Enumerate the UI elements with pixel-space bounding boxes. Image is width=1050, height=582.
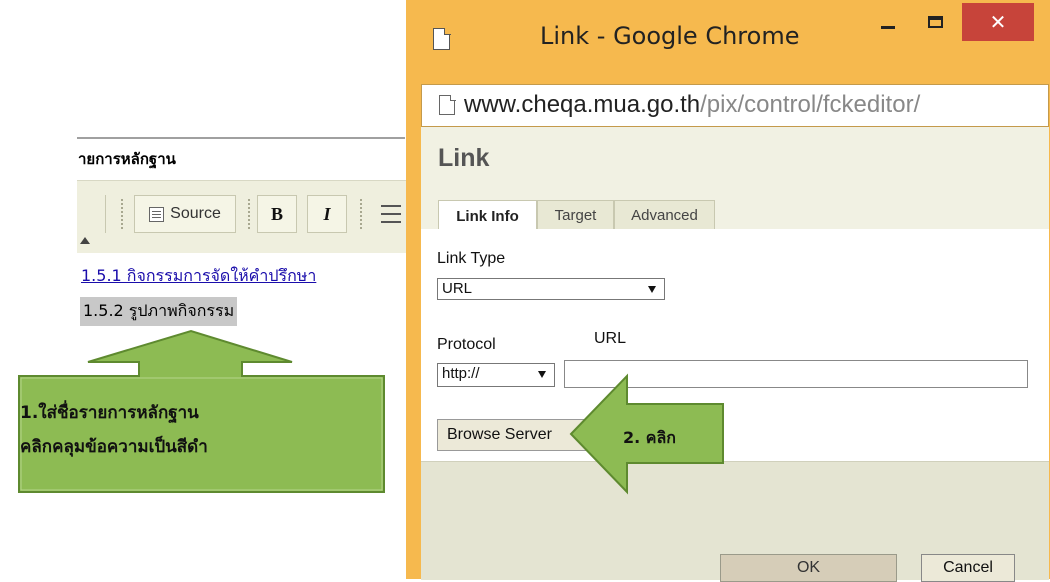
- cancel-button[interactable]: Cancel: [921, 554, 1015, 582]
- editor-field-title: ายการหลักฐาน: [78, 150, 176, 168]
- url-input[interactable]: [564, 360, 1028, 388]
- link-type-select[interactable]: URL: [437, 278, 665, 300]
- editor-top-divider: [77, 137, 405, 139]
- numbered-list-button[interactable]: [373, 195, 407, 233]
- chrome-window: Link - Google Chrome ✕ www.cheqa.mua.go.…: [406, 0, 1050, 582]
- chevron-down-icon: [648, 286, 656, 293]
- dialog-body: Link Type URL Protocol URL http:// Brows…: [421, 229, 1049, 461]
- toolbar-grip-icon: [121, 199, 123, 229]
- minimize-button[interactable]: [871, 9, 905, 35]
- toolbar-grip-icon: [360, 199, 362, 229]
- maximize-icon: [927, 16, 943, 28]
- toolbar-collapse-icon[interactable]: [80, 237, 90, 244]
- italic-button[interactable]: I: [307, 195, 347, 233]
- chevron-down-icon: [538, 371, 546, 378]
- ok-button[interactable]: OK: [720, 554, 897, 582]
- window-titlebar[interactable]: Link - Google Chrome ✕: [406, 0, 1050, 84]
- window-title: Link - Google Chrome: [540, 22, 800, 50]
- close-button[interactable]: ✕: [962, 3, 1034, 41]
- editor-toolbar: Source B I: [77, 180, 407, 253]
- dialog-title: Link: [438, 144, 490, 172]
- browse-server-button[interactable]: Browse Server: [437, 419, 587, 451]
- source-button-label: Source: [170, 205, 221, 222]
- page-icon: [439, 94, 456, 115]
- source-icon: [149, 206, 165, 222]
- toolbar-grip-icon: [248, 199, 250, 229]
- protocol-select[interactable]: http://: [437, 363, 555, 387]
- page-icon: [433, 27, 451, 50]
- tab-target[interactable]: Target: [537, 200, 614, 230]
- minimize-icon: [881, 25, 895, 29]
- link-dialog: Link Link Info Target Advanced Link Type…: [421, 127, 1049, 580]
- callout-step2-text: 2. คลิก: [623, 428, 676, 447]
- protocol-value: http://: [442, 365, 480, 382]
- editor-selected-text[interactable]: 1.5.2 รูปภาพกิจกรรม: [80, 297, 238, 326]
- tab-link-info[interactable]: Link Info: [438, 200, 537, 231]
- protocol-label: Protocol: [437, 336, 496, 353]
- toolbar-separator: [105, 195, 106, 233]
- link-type-label: Link Type: [437, 250, 506, 267]
- tab-advanced[interactable]: Advanced: [614, 200, 715, 230]
- close-icon: ✕: [989, 10, 1007, 34]
- dialog-tabs: Link Info Target Advanced: [421, 200, 1049, 231]
- source-button[interactable]: Source: [134, 195, 236, 233]
- maximize-button[interactable]: [918, 9, 952, 35]
- address-bar[interactable]: www.cheqa.mua.go.th/pix/control/fckedito…: [421, 84, 1049, 127]
- link-type-value: URL: [442, 280, 473, 297]
- bold-button[interactable]: B: [257, 195, 297, 233]
- address-text: www.cheqa.mua.go.th/pix/control/fckedito…: [464, 91, 921, 118]
- editor-link-item[interactable]: 1.5.1 กิจกรรมการจัดให้คำปรึกษา: [81, 264, 316, 289]
- url-label: URL: [594, 330, 627, 347]
- callout-step1-text: 1.ใส่ชื่อรายการหลักฐาน คลิกคลุมข้อความเป…: [20, 403, 208, 457]
